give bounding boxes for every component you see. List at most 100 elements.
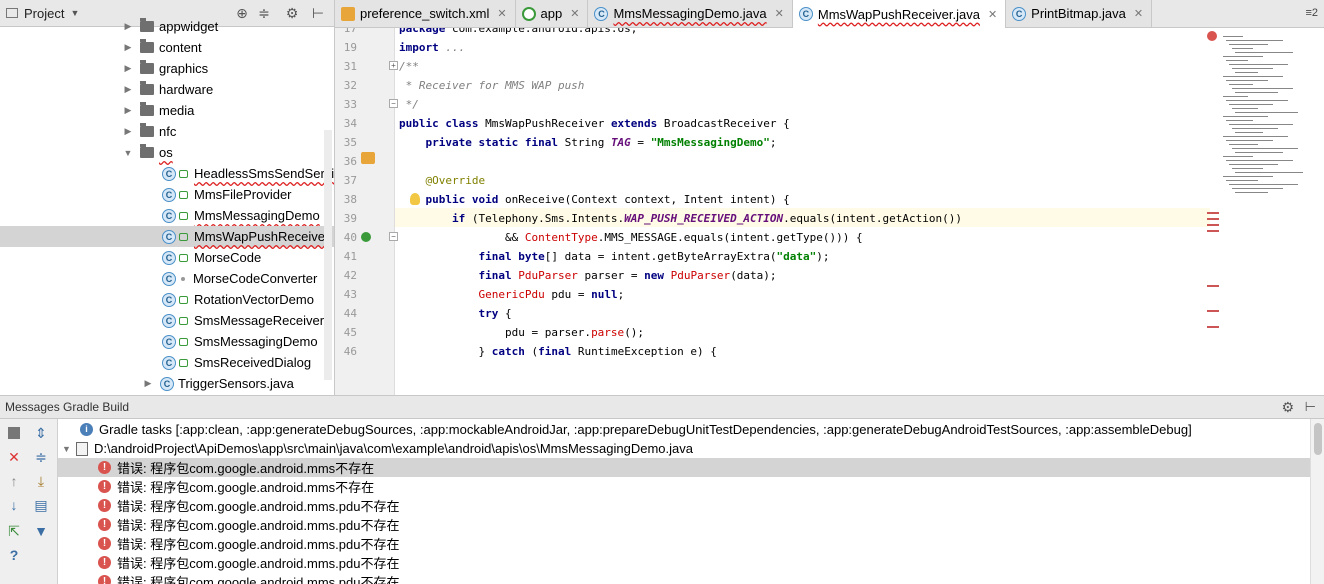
code-editor[interactable]: 17 19 31 32 33 34 35 36 37 38 39 40 41 42 43 44 45 46 + − − … [335,28,1324,395]
editor-tab[interactable]: C MmsMessagingDemo.java ✕ [588,0,793,27]
next-message-icon[interactable]: ↓ [6,497,22,513]
tree-item[interactable]: ▶ media [0,100,334,121]
collapsed-arrow-icon[interactable]: ▶ [122,126,134,137]
tree-item[interactable]: C SmsReceivedDialog [0,352,334,373]
editor-tab[interactable]: C PrintBitmap.java ✕ [1006,0,1153,27]
message-row[interactable]: ! 错误: 程序包com.google.android.mms.pdu不存在 [58,496,1324,515]
message-row[interactable]: ! 错误: 程序包com.google.android.mms不存在 [58,477,1324,496]
code-line[interactable]: /** [399,57,419,76]
tree-item[interactable]: ▶ appwidget [0,16,334,37]
collapsed-arrow-icon[interactable]: ▶ [122,84,134,95]
tree-item[interactable]: C SmsMessagingDemo [0,331,334,352]
tree-item[interactable]: ▼ os [0,142,334,163]
collapsed-arrow-icon[interactable]: ▶ [122,63,134,74]
implementation-marker-icon[interactable] [361,152,375,164]
lightbulb-intention-icon[interactable] [410,193,420,205]
messages-scroll-thumb[interactable] [1314,423,1322,455]
tree-item[interactable]: ▶ nfc [0,121,334,142]
tree-scrollbar[interactable] [324,130,332,380]
tree-item[interactable]: ▶ C TriggerSensors.java [0,373,334,394]
tree-item[interactable]: ▶ content [0,37,334,58]
editor-tab[interactable]: app ✕ [515,0,589,27]
editor-tab[interactable]: preference_switch.xml ✕ [335,0,516,27]
collapsed-arrow-icon[interactable]: ▶ [122,105,134,116]
collapsed-arrow-icon[interactable]: ▶ [142,378,154,389]
tree-item[interactable]: C HeadlessSmsSendService [0,163,334,184]
code-line[interactable]: if (Telephony.Sms.Intents.WAP_PUSH_RECEI… [399,209,962,228]
code-minimap[interactable] [1223,36,1318,196]
ide-window: Project ▼ ⊕ ≑ ⚙ ⊢ ▶ appwidget ▶ content ▶ gra… [0,0,1324,584]
navigate-source-icon[interactable]: ⇱ [6,523,22,539]
override-marker-icon[interactable] [361,232,371,242]
message-row[interactable]: ! 错误: 程序包com.google.android.mms.pdu不存在 [58,572,1324,584]
code-line[interactable]: } catch (final RuntimeException e) { [399,342,716,361]
code-line[interactable]: import ... [399,38,465,57]
code-line[interactable]: */ [399,95,419,114]
line-number: 44 [343,307,357,320]
fold-expand-icon[interactable]: + [389,61,398,70]
tabs-overflow-indicator[interactable]: ≡2 [1305,7,1318,19]
code-line[interactable]: package com.example.android.apis.os; [399,28,637,38]
collapsed-arrow-icon[interactable]: ▶ [122,21,134,32]
messages-scrollbar[interactable] [1310,419,1324,584]
collapse-all-icon[interactable]: ≑ [33,449,49,465]
message-row[interactable]: ! 错误: 程序包com.google.android.mms不存在 [58,458,1324,477]
tree-item[interactable]: C MmsFileProvider [0,184,334,205]
code-line[interactable]: @Override [399,171,486,190]
close-icon[interactable]: ✕ [6,449,22,465]
error-indicator-icon[interactable] [1207,31,1217,41]
previous-message-icon[interactable]: ↑ [6,473,22,489]
public-access-icon [179,190,188,199]
message-row[interactable]: i Gradle tasks [:app:clean, :app:generate… [58,420,1324,439]
expand-all-icon[interactable]: ⇕ [33,425,49,441]
class-icon: C [162,271,176,286]
messages-settings-gear-icon[interactable]: ⚙ [1281,399,1294,416]
close-tab-icon[interactable]: ✕ [497,7,506,20]
tree-item[interactable]: C MorseCodeConverter [0,268,334,289]
close-tab-icon[interactable]: ✕ [1134,7,1143,20]
tree-item[interactable]: ▶ hardware [0,79,334,100]
tree-item[interactable]: C SmsMessageReceiver [0,310,334,331]
close-tab-icon[interactable]: ✕ [570,7,579,20]
fold-collapse-icon[interactable]: − [389,232,398,241]
tree-item[interactable]: ▶ graphics [0,58,334,79]
tree-item-label: SmsMessagingDemo [194,334,318,349]
code-line[interactable]: final PduParser parser = new PduParser(d… [399,266,776,285]
code-line[interactable]: public class MmsWapPushReceiver extends … [399,114,790,133]
tree-item[interactable]: C RotationVectorDemo [0,289,334,310]
filter-icon[interactable]: ▼ [33,523,49,539]
autoscroll-icon[interactable]: ▤ [33,497,49,513]
fold-collapse-icon[interactable]: − [389,99,398,108]
tree-item[interactable]: C MmsMessagingDemo [0,205,334,226]
expanded-arrow-icon[interactable]: ▼ [62,444,76,454]
message-row[interactable]: ! 错误: 程序包com.google.android.mms.pdu不存在 [58,515,1324,534]
export-icon[interactable]: ⤓ [33,473,49,489]
message-row[interactable]: ▼ D:\androidProject\ApiDemos\app\src\main… [58,439,1324,458]
code-line[interactable]: public void onReceive(Context context, I… [399,190,790,209]
close-tab-icon[interactable]: ✕ [775,7,784,20]
code-line[interactable]: GenericPdu pdu = null; [399,285,624,304]
code-line[interactable]: try { [399,304,511,323]
collapsed-arrow-icon[interactable]: ▶ [122,42,134,53]
messages-list[interactable]: i Gradle tasks [:app:clean, :app:generate… [58,419,1324,584]
expanded-arrow-icon[interactable]: ▼ [122,148,134,158]
code-line[interactable]: private static final String TAG = "MmsMe… [399,133,777,152]
messages-hide-icon[interactable]: ⊢ [1305,399,1316,415]
package-folder-icon [140,60,154,74]
tree-item[interactable]: C MmsWapPushReceiver [0,226,334,247]
line-number: 35 [343,136,357,149]
error-stripe[interactable] [1205,28,1225,395]
close-tab-icon[interactable]: ✕ [988,8,997,21]
class-icon: C [162,187,176,202]
code-line[interactable]: && ContentType.MMS_MESSAGE.equals(intent… [399,228,863,247]
tree-item[interactable]: C MorseCode [0,247,334,268]
editor-tab[interactable]: C MmsWapPushReceiver.java ✕ [792,0,1007,28]
code-line[interactable]: * Receiver for MMS WAP push [399,76,585,95]
message-text: 错误: 程序包com.google.android.mms不存在 [117,461,375,476]
message-row[interactable]: ! 错误: 程序包com.google.android.mms.pdu不存在 [58,553,1324,572]
code-line[interactable]: final byte[] data = intent.getByteArrayE… [399,247,829,266]
help-icon[interactable]: ? [6,547,22,563]
code-line[interactable]: pdu = parser.parse(); [399,323,644,342]
message-row[interactable]: ! 错误: 程序包com.google.android.mms.pdu不存在 [58,534,1324,553]
stop-icon[interactable] [6,425,22,441]
